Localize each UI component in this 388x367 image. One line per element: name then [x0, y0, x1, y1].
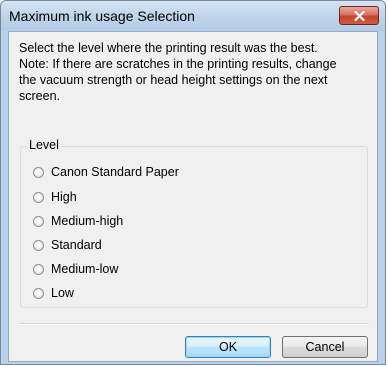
radio-label[interactable]: High	[51, 190, 77, 204]
radio-button-icon[interactable]	[33, 215, 44, 227]
radio-high[interactable]: High	[33, 188, 77, 206]
radio-standard[interactable]: Standard	[33, 236, 102, 254]
radio-label[interactable]: Low	[51, 286, 74, 300]
level-group-label: Level	[27, 138, 61, 152]
instruction-message: Select the level where the printing resu…	[19, 40, 371, 104]
ok-button[interactable]: OK	[185, 336, 271, 358]
message-line: Note: If there are scratches in the prin…	[19, 57, 337, 71]
radio-button-icon[interactable]	[33, 166, 44, 178]
message-line: the vacuum strength or head height setti…	[19, 73, 328, 87]
radio-button-icon[interactable]	[33, 263, 44, 275]
radio-button-icon[interactable]	[33, 287, 44, 299]
message-line: screen.	[19, 89, 60, 103]
title-bar[interactable]: Maximum ink usage Selection	[1, 1, 385, 31]
radio-canon-standard-paper[interactable]: Canon Standard Paper	[33, 163, 179, 181]
dialog-window: Maximum ink usage Selection Select the l…	[0, 0, 386, 365]
radio-button-icon[interactable]	[33, 239, 44, 251]
close-icon	[354, 11, 365, 21]
radio-button-icon[interactable]	[33, 191, 44, 203]
message-line: Select the level where the printing resu…	[19, 41, 318, 55]
cancel-button[interactable]: Cancel	[282, 336, 368, 358]
radio-label[interactable]: Standard	[51, 238, 102, 252]
radio-low[interactable]: Low	[33, 284, 74, 302]
close-button[interactable]	[339, 6, 379, 25]
dialog-client-area: Select the level where the printing resu…	[8, 31, 378, 362]
radio-label[interactable]: Canon Standard Paper	[51, 165, 179, 179]
separator-line	[19, 323, 369, 325]
radio-label[interactable]: Medium-high	[51, 214, 123, 228]
radio-label[interactable]: Medium-low	[51, 262, 118, 276]
radio-medium-low[interactable]: Medium-low	[33, 260, 118, 278]
radio-medium-high[interactable]: Medium-high	[33, 212, 123, 230]
window-title: Maximum ink usage Selection	[9, 8, 195, 24]
level-groupbox: Level Canon Standard Paper High Medium-h…	[20, 138, 368, 308]
